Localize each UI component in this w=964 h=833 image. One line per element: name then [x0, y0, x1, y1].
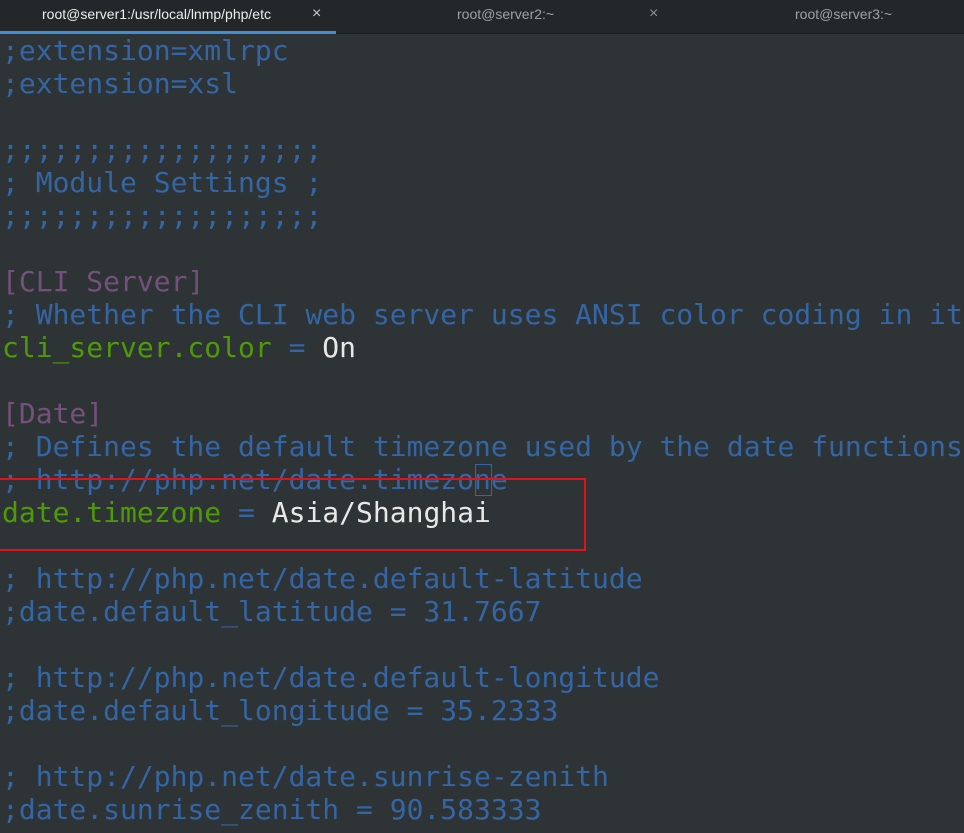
config-line: ;date.default_longitude = 35.2333: [2, 694, 559, 727]
config-line: ;;;;;;;;;;;;;;;;;;;: [2, 133, 323, 166]
config-section-line: [CLI Server]: [2, 265, 205, 298]
highlight-annotation-box: [0, 478, 586, 551]
config-setting-line: cli_server.color = On: [2, 331, 357, 364]
config-line: ;extension=xsl: [2, 67, 239, 100]
config-line: ; Module Settings ;: [2, 166, 323, 199]
tab-server2[interactable]: root@server2:~ ×: [337, 0, 673, 34]
config-line: ; Whether the CLI web server uses ANSI c…: [2, 298, 964, 331]
tab-server1[interactable]: root@server1:/usr/local/lnmp/php/etc ×: [0, 0, 336, 34]
config-line: ;date.sunrise_zenith = 90.583333: [2, 793, 542, 826]
active-tab-indicator: [0, 31, 336, 34]
tab-server3[interactable]: root@server3:~: [674, 0, 964, 34]
tab-label: root@server3:~: [795, 6, 893, 22]
tab-label: root@server1:/usr/local/lnmp/php/etc: [42, 6, 271, 22]
config-line: ; http://php.net/date.default-latitude: [2, 562, 643, 595]
close-icon[interactable]: ×: [649, 4, 658, 24]
config-line: ;date.default_latitude = 31.7667: [2, 595, 542, 628]
terminal-tab-bar: root@server1:/usr/local/lnmp/php/etc × r…: [0, 0, 964, 34]
config-line: ; http://php.net/date.sunrise-zenith: [2, 760, 609, 793]
config-line: ;;;;;;;;;;;;;;;;;;;: [2, 199, 323, 232]
terminal-view[interactable]: ;extension=xmlrpc ;extension=xsl ;;;;;;;…: [0, 35, 964, 833]
tab-label: root@server2:~: [457, 6, 555, 22]
close-icon[interactable]: ×: [312, 4, 321, 24]
config-section-line: [Date]: [2, 397, 104, 430]
config-line: ; http://php.net/date.default-longitude: [2, 661, 660, 694]
config-line: ; Defines the default timezone used by t…: [2, 430, 963, 463]
config-line: ;extension=xmlrpc: [2, 35, 289, 67]
